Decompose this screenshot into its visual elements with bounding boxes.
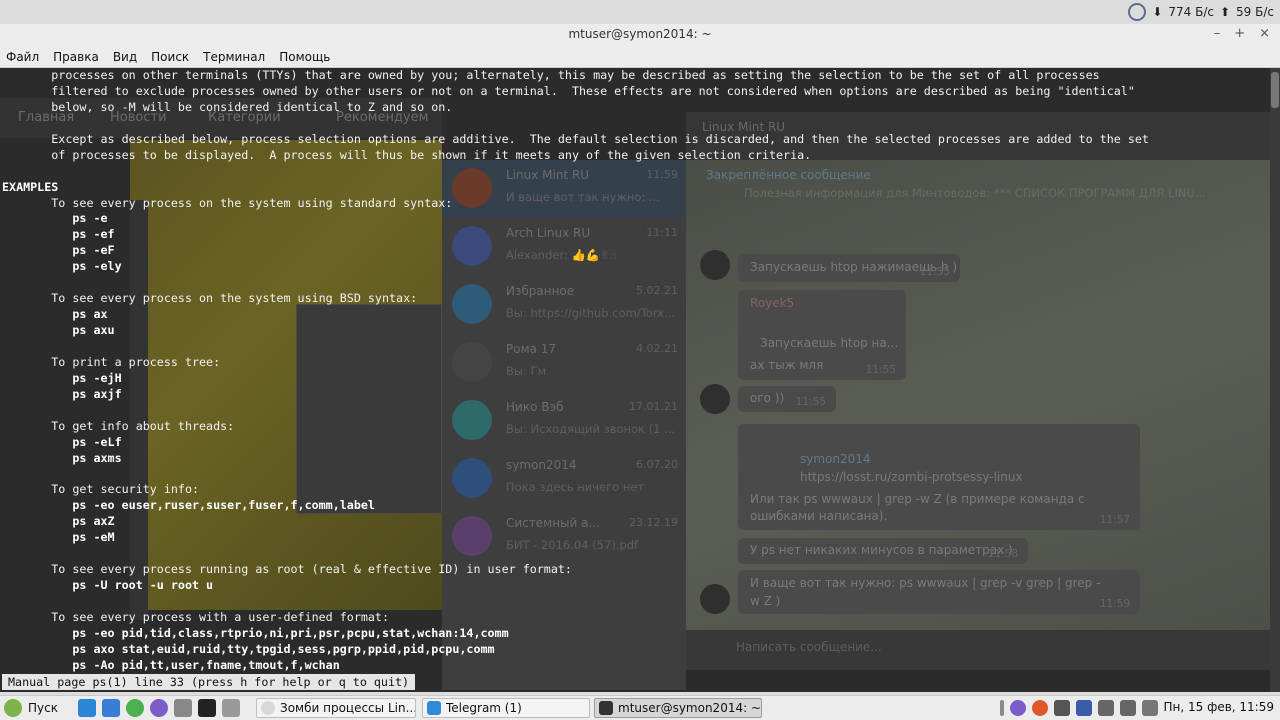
network-indicator[interactable]: ⬇ 774 Б/с ⬆ 59 Б/с — [1128, 3, 1274, 21]
terminal-line: ps -U root -u root u — [2, 578, 214, 592]
terminal-line: processes on other terminals (TTYs) that… — [2, 68, 1100, 82]
telegram-icon — [427, 701, 441, 715]
terminal-line: ps axZ — [2, 514, 115, 529]
upload-arrow-icon: ⬆ — [1219, 5, 1231, 19]
firefox-tray-icon[interactable] — [1032, 700, 1048, 716]
viber-tray-icon[interactable] — [1010, 700, 1026, 716]
task-browser[interactable]: Зомби процессы Lin... — [256, 698, 416, 718]
taskbar: Пуск Зомби процессы Lin... Telegram (1) … — [0, 695, 1280, 720]
terminal-line: ps axjf — [2, 386, 122, 401]
terminal-line: To print a process tree: — [2, 354, 221, 369]
terminal-line: ps ax — [2, 307, 108, 322]
volume-icon[interactable] — [1054, 700, 1070, 716]
browser-icon — [261, 701, 275, 715]
network-icon — [1128, 3, 1147, 21]
terminal-line: ps -ejH — [2, 370, 122, 385]
start-logo-icon — [4, 699, 22, 717]
start-label: Пуск — [28, 701, 58, 715]
window-title: mtuser@symon2014: ~ — [568, 27, 712, 41]
terminal-line: ps axu — [2, 323, 115, 337]
keyboard-layout-flag-icon[interactable] — [1076, 700, 1092, 716]
terminal-scrollbar[interactable] — [1270, 68, 1280, 692]
task-terminal[interactable]: mtuser@symon2014: ~ — [594, 698, 762, 718]
terminal-line: ps -eLf — [2, 434, 122, 449]
terminal-line: To see every process on the system using… — [2, 291, 418, 306]
chrome-launcher-icon[interactable] — [126, 699, 144, 717]
terminal-line: ps -Ao pid,tt,user,fname,tmout,f,wchan — [2, 657, 340, 672]
download-speed: 774 Б/с — [1168, 5, 1214, 19]
tray-separator-icon — [1000, 700, 1004, 716]
terminal-line: below, so -M will be considered identica… — [2, 99, 453, 114]
terminal-line: To get security info: — [2, 482, 200, 497]
telegram-launcher-icon[interactable] — [78, 699, 96, 717]
menubar: Файл Правка Вид Поиск Терминал Помощь — [0, 46, 1280, 68]
terminal-line: ps -eF — [2, 243, 115, 258]
terminal-line: EXAMPLES — [2, 179, 59, 194]
menu-help[interactable]: Помощь — [279, 50, 330, 64]
terminal-text[interactable]: processes on other terminals (TTYs) that… — [0, 68, 1272, 674]
download-arrow-icon: ⬇ — [1152, 5, 1163, 19]
close-button[interactable]: × — [1259, 26, 1270, 41]
menu-file[interactable]: Файл — [6, 50, 39, 64]
terminal-line: ps axo stat,euid,ruid,tty,tpgid,sess,pgr… — [2, 641, 495, 656]
start-button[interactable]: Пуск — [4, 699, 58, 717]
terminal-line: To see every process on the system using… — [2, 195, 453, 210]
terminal-line: To see every process running as root (re… — [2, 562, 572, 577]
clock[interactable]: Пн, 15 фев, 11:59 — [1163, 700, 1274, 714]
terminal-launcher-icon[interactable] — [198, 699, 216, 717]
teamviewer-launcher-icon[interactable] — [102, 699, 120, 717]
upload-speed: 59 Б/с — [1236, 5, 1274, 19]
window-controls: – + × — [1214, 26, 1270, 41]
task-telegram[interactable]: Telegram (1) — [422, 698, 590, 718]
terminal-line: To see every process with a user-defined… — [2, 609, 390, 624]
menu-view[interactable]: Вид — [113, 50, 137, 64]
terminal-line: ps -e — [2, 211, 108, 226]
scrollbar-thumb[interactable] — [1271, 72, 1279, 108]
bluetooth-icon[interactable] — [1120, 700, 1136, 716]
power-icon[interactable] — [1142, 700, 1158, 716]
terminal-line: ps -eM — [2, 530, 115, 545]
terminal-line: ps -eo euser,ruser,suser,fuser,f,comm,la… — [2, 498, 375, 513]
system-tray — [1000, 699, 1158, 717]
menu-edit[interactable]: Правка — [53, 50, 99, 64]
terminal-line: of processes to be displayed. A process … — [2, 147, 812, 162]
screenshot-launcher-icon[interactable] — [174, 699, 192, 717]
terminal-line: filtered to exclude processes owned by o… — [2, 83, 1135, 98]
terminal-line: To get info about threads: — [2, 418, 235, 433]
network-tray-icon[interactable] — [1098, 700, 1114, 716]
terminal-line: ps -ef — [2, 227, 115, 242]
terminal-line: Except as described below, process selec… — [2, 131, 1149, 146]
files-launcher-icon[interactable] — [222, 699, 240, 717]
system-top-panel: ⬇ 774 Б/с ⬆ 59 Б/с — [0, 0, 1280, 25]
viber-launcher-icon[interactable] — [150, 699, 168, 717]
terminal-line: ps -eo pid,tid,class,rtprio,ni,pri,psr,p… — [2, 625, 509, 640]
menu-search[interactable]: Поиск — [151, 50, 189, 64]
man-status-line: Manual page ps(1) line 33 (press h for h… — [2, 674, 416, 690]
minimize-button[interactable]: – — [1214, 26, 1221, 41]
window-titlebar[interactable]: mtuser@symon2014: ~ – + × — [0, 24, 1280, 47]
maximize-button[interactable]: + — [1234, 26, 1245, 41]
terminal-icon — [599, 701, 613, 715]
terminal-line: ps -ely — [2, 259, 122, 274]
terminal-line: ps axms — [2, 450, 122, 465]
menu-terminal[interactable]: Терминал — [203, 50, 265, 64]
